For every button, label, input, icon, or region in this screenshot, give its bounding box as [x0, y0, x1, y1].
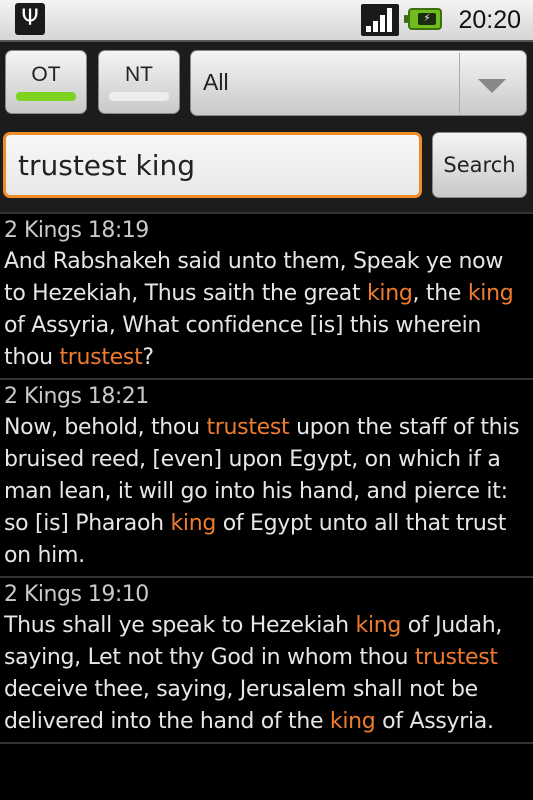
results-list: 2 Kings 18:19 And Rabshakeh said unto the… [0, 212, 533, 750]
verse-segment: Now, behold, thou [4, 415, 207, 440]
verse-text: And Rabshakeh said unto them, Speak ye n… [4, 246, 529, 374]
signal-strength-icon [361, 4, 399, 36]
ot-indicator [16, 92, 76, 101]
verse-reference: 2 Kings 18:19 [4, 218, 149, 243]
list-divider [0, 742, 533, 750]
verse-segment: of Assyria. [375, 709, 494, 734]
ot-toggle-button[interactable]: OT [5, 50, 87, 114]
highlighted-term: king [355, 613, 402, 638]
nt-indicator [109, 92, 169, 101]
highlighted-term: king [366, 281, 413, 306]
nt-label: NT [125, 63, 153, 86]
book-select-value: All [203, 69, 229, 95]
ot-label: OT [31, 63, 61, 86]
highlighted-term: trustest [59, 345, 143, 370]
highlighted-term: trustest [206, 415, 290, 440]
verse-reference: 2 Kings 18:21 [4, 384, 149, 409]
book-select[interactable]: All [190, 50, 527, 116]
highlighted-term: king [467, 281, 514, 306]
verse-segment: , the [412, 281, 468, 306]
search-button[interactable]: Search [432, 132, 527, 198]
result-item[interactable]: 2 Kings 18:21 Now, behold, thou trustest … [0, 378, 533, 576]
status-bar: Ψ ⚡ 20:20 [0, 0, 533, 42]
select-divider [459, 53, 460, 113]
search-input[interactable] [3, 132, 422, 198]
highlighted-term: king [329, 709, 376, 734]
verse-reference: 2 Kings 19:10 [4, 582, 149, 607]
highlighted-term: trustest [414, 645, 498, 670]
verse-segment: ? [142, 345, 154, 370]
usb-icon: Ψ [15, 3, 45, 35]
verse-text: Thus shall ye speak to Hezekiah king of … [4, 610, 529, 738]
chevron-down-icon[interactable] [478, 79, 506, 93]
nt-toggle-button[interactable]: NT [98, 50, 180, 114]
verse-segment: Thus shall ye speak to Hezekiah [4, 613, 356, 638]
result-item[interactable]: 2 Kings 19:10 Thus shall ye speak to Heze… [0, 576, 533, 742]
search-toolbar: OT NT All Search [0, 42, 533, 212]
verse-text: Now, behold, thou trustest upon the staf… [4, 412, 529, 572]
clock: 20:20 [458, 6, 521, 34]
battery-charging-icon: ⚡ [404, 8, 442, 30]
result-item[interactable]: 2 Kings 18:19 And Rabshakeh said unto the… [0, 212, 533, 378]
highlighted-term: king [170, 511, 217, 536]
